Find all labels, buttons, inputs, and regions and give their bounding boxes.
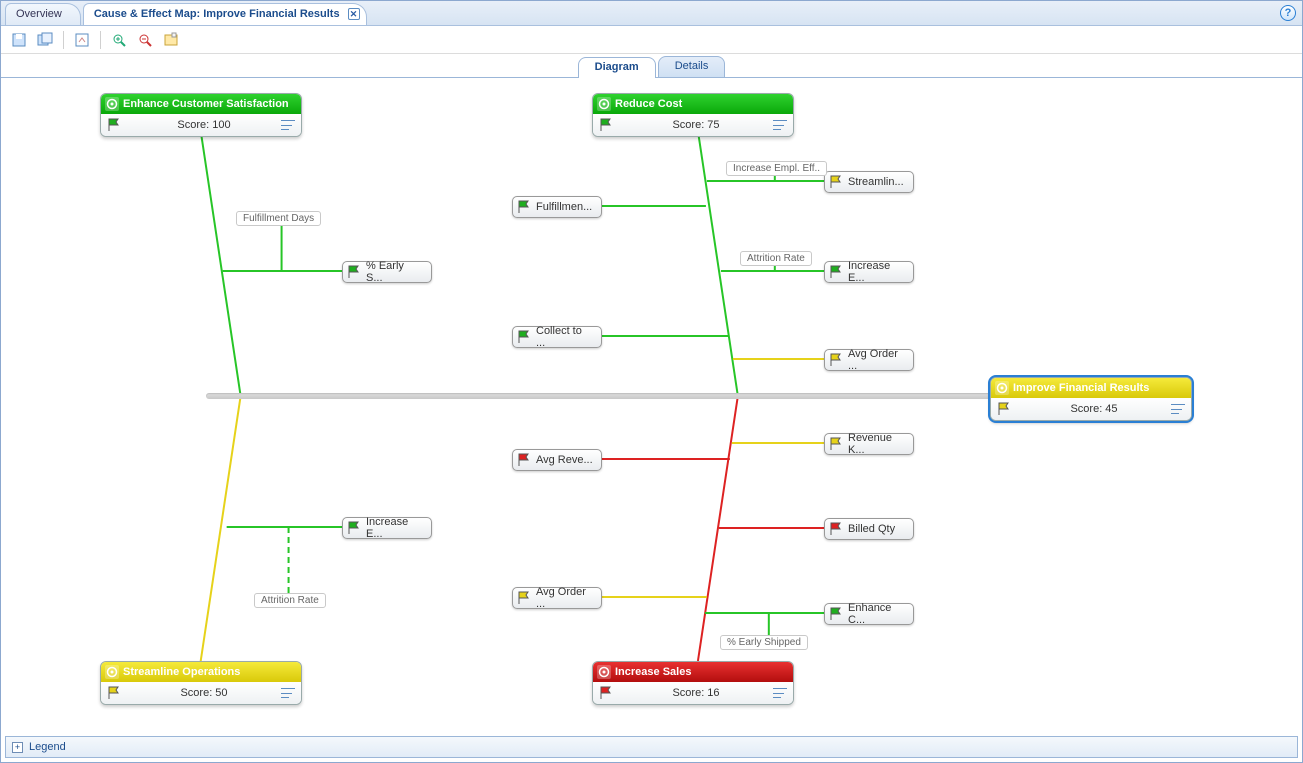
pill-label: Increase E...: [848, 260, 905, 284]
flag-icon: [829, 522, 843, 536]
pill-avg-reve[interactable]: Avg Reve...: [512, 449, 602, 471]
gear-icon: [597, 665, 611, 679]
bubble-attrition-rate-2: Attrition Rate: [254, 593, 326, 608]
flag-icon: [517, 453, 531, 467]
pill-label: Billed Qty: [848, 523, 895, 535]
gear-icon: [995, 381, 1009, 395]
pill-early-s[interactable]: % Early S...: [342, 261, 432, 283]
pill-label: Increase E...: [366, 516, 423, 540]
pill-avg-order-right[interactable]: Avg Order ...: [824, 349, 914, 371]
flag-icon: [829, 607, 843, 621]
toolbar-separator: [100, 31, 101, 49]
score-label: Score: 100: [127, 119, 281, 131]
flag-icon: [829, 265, 843, 279]
flag-icon: [107, 686, 121, 700]
card-title: Enhance Customer Satisfaction: [123, 98, 289, 110]
pill-label: Avg Order ...: [848, 348, 905, 372]
axis-bar: [206, 393, 996, 399]
flag-icon: [997, 402, 1011, 416]
zoom-in-button[interactable]: [109, 30, 129, 50]
card-menu-icon[interactable]: [1171, 404, 1185, 414]
card-title: Streamline Operations: [123, 666, 240, 678]
tab-map-label: Cause & Effect Map: Improve Financial Re…: [94, 8, 340, 20]
pill-label: Enhance C...: [848, 602, 905, 626]
bubble-fulfillment-days: Fulfillment Days: [236, 211, 321, 226]
pill-collect-to[interactable]: Collect to ...: [512, 326, 602, 348]
pill-label: Revenue K...: [848, 432, 905, 456]
pill-label: Collect to ...: [536, 325, 593, 349]
save-button[interactable]: [9, 30, 29, 50]
diagram-canvas[interactable]: Enhance Customer Satisfaction Score: 100…: [5, 80, 1298, 722]
card-title: Improve Financial Results: [1013, 382, 1149, 394]
pill-label: Avg Order ...: [536, 586, 593, 610]
pill-label: Avg Reve...: [536, 454, 593, 466]
pill-increase-e-left[interactable]: Increase E...: [342, 517, 432, 539]
legend-label: Legend: [29, 741, 66, 753]
pill-avg-order-left[interactable]: Avg Order ...: [512, 587, 602, 609]
pill-increase-e-right[interactable]: Increase E...: [824, 261, 914, 283]
close-tab-icon[interactable]: ✕: [348, 8, 360, 20]
help-icon[interactable]: ?: [1280, 5, 1296, 21]
pill-label: % Early S...: [366, 260, 423, 284]
card-menu-icon[interactable]: [281, 120, 295, 130]
card-increase-sales[interactable]: Increase Sales Score: 16: [592, 661, 794, 705]
flag-icon: [517, 200, 531, 214]
pill-label: Streamlin...: [848, 176, 904, 188]
pill-enhance-c[interactable]: Enhance C...: [824, 603, 914, 625]
gear-icon: [105, 665, 119, 679]
card-reduce-cost[interactable]: Reduce Cost Score: 75: [592, 93, 794, 137]
card-menu-icon[interactable]: [281, 688, 295, 698]
flag-icon: [599, 118, 613, 132]
legend-bar[interactable]: + Legend: [5, 736, 1298, 758]
tab-cause-effect-map[interactable]: Cause & Effect Map: Improve Financial Re…: [83, 3, 367, 25]
bubble-pct-early-shipped: % Early Shipped: [720, 635, 808, 650]
score-label: Score: 75: [619, 119, 773, 131]
bubble-increase-empl-eff: Increase Empl. Eff..: [726, 161, 827, 176]
zoom-out-button[interactable]: [135, 30, 155, 50]
flag-icon: [347, 265, 361, 279]
tab-overview-label: Overview: [16, 8, 62, 20]
content-tab-bar: Diagram Details: [1, 54, 1302, 78]
bubble-attrition-rate-1: Attrition Rate: [740, 251, 812, 266]
toolbar: [1, 26, 1302, 54]
score-label: Score: 45: [1017, 403, 1171, 415]
pill-revenue-k[interactable]: Revenue K...: [824, 433, 914, 455]
card-improve-financial-results[interactable]: Improve Financial Results Score: 45: [990, 377, 1192, 421]
top-tab-bar: Overview Cause & Effect Map: Improve Fin…: [1, 1, 1302, 26]
export-button[interactable]: [72, 30, 92, 50]
flag-icon: [517, 330, 531, 344]
score-label: Score: 16: [619, 687, 773, 699]
options-button[interactable]: [161, 30, 181, 50]
flag-icon: [599, 686, 613, 700]
tab-diagram[interactable]: Diagram: [578, 57, 656, 78]
tab-overview[interactable]: Overview: [5, 3, 81, 25]
pill-streamlin[interactable]: Streamlin...: [824, 171, 914, 193]
flag-icon: [829, 437, 843, 451]
flag-icon: [517, 591, 531, 605]
tab-details[interactable]: Details: [658, 56, 726, 77]
card-menu-icon[interactable]: [773, 688, 787, 698]
flag-icon: [829, 175, 843, 189]
score-label: Score: 50: [127, 687, 281, 699]
save-as-button[interactable]: [35, 30, 55, 50]
card-title: Increase Sales: [615, 666, 691, 678]
flag-icon: [347, 521, 361, 535]
pill-fulfillmen[interactable]: Fulfillmen...: [512, 196, 602, 218]
gear-icon: [597, 97, 611, 111]
card-streamline-operations[interactable]: Streamline Operations Score: 50: [100, 661, 302, 705]
gear-icon: [105, 97, 119, 111]
toolbar-separator: [63, 31, 64, 49]
flag-icon: [829, 353, 843, 367]
expand-legend-icon[interactable]: +: [12, 742, 23, 753]
card-menu-icon[interactable]: [773, 120, 787, 130]
pill-billed-qty[interactable]: Billed Qty: [824, 518, 914, 540]
flag-icon: [107, 118, 121, 132]
card-title: Reduce Cost: [615, 98, 682, 110]
pill-label: Fulfillmen...: [536, 201, 592, 213]
card-enhance-customer[interactable]: Enhance Customer Satisfaction Score: 100: [100, 93, 302, 137]
